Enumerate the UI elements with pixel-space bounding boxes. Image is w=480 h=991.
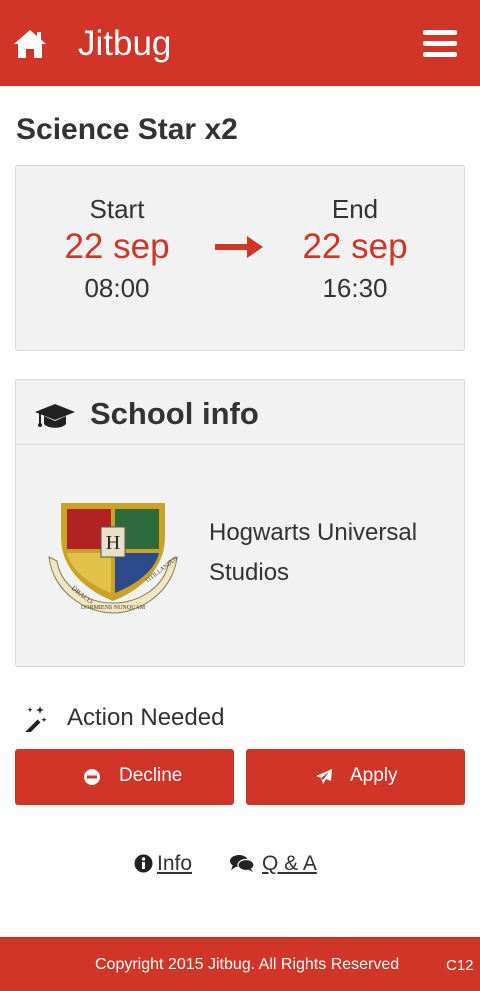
school-info-card: School info H DRACO DORMIENS NUNQUAM TIT… — [15, 379, 465, 667]
end-date: 22 sep — [302, 227, 408, 266]
arrow-right-icon — [215, 236, 263, 258]
hamburger-menu-icon[interactable] — [423, 30, 457, 58]
info-link[interactable]: Info — [134, 850, 192, 878]
info-icon — [134, 854, 153, 873]
job-title: Science Star x2 — [16, 113, 238, 146]
decline-button-label: Decline — [119, 765, 183, 786]
end-block: End 22 sep 16:30 — [270, 193, 440, 305]
start-label: Start — [89, 194, 145, 224]
app-title: Jitbug — [78, 24, 172, 63]
paper-plane-icon — [316, 769, 332, 784]
svg-text:H: H — [106, 532, 120, 554]
schedule-card: Start 22 sep 08:00 End 22 sep 16:30 — [15, 165, 465, 351]
version-code: C12 — [446, 957, 474, 974]
school-crest-logo: H DRACO DORMIENS NUNQUAM TITILLANDUS — [48, 503, 179, 614]
graduation-cap-icon — [35, 404, 75, 428]
top-bar: Jitbug — [0, 0, 480, 86]
footer: Copyright 2015 Jitbug. All Rights Reserv… — [0, 937, 480, 991]
magic-wand-icon — [23, 706, 47, 732]
svg-text:DORMIENS NUNQUAM: DORMIENS NUNQUAM — [81, 605, 146, 611]
school-name: Hogwarts Universal Studios — [209, 519, 418, 586]
info-link-label: Info — [157, 852, 193, 875]
qa-link[interactable]: Q & A — [230, 850, 317, 878]
qa-link-label: Q & A — [262, 852, 317, 875]
copyright-text: Copyright 2015 Jitbug. All Rights Reserv… — [95, 956, 400, 973]
end-time: 16:30 — [322, 273, 388, 303]
minus-circle-icon — [84, 769, 100, 785]
school-info-header: School info — [16, 380, 464, 445]
end-label: End — [331, 194, 379, 224]
school-info-title: School info — [90, 396, 259, 431]
start-block: Start 22 sep 08:00 — [32, 193, 202, 305]
decline-button[interactable]: Decline — [15, 749, 234, 805]
start-date: 22 sep — [64, 227, 170, 266]
apply-button[interactable]: Apply — [246, 749, 465, 805]
home-icon[interactable] — [12, 28, 48, 60]
apply-button-label: Apply — [350, 765, 398, 786]
comments-icon — [230, 855, 254, 872]
action-needed-label: Action Needed — [67, 704, 225, 731]
start-time: 08:00 — [84, 273, 150, 303]
